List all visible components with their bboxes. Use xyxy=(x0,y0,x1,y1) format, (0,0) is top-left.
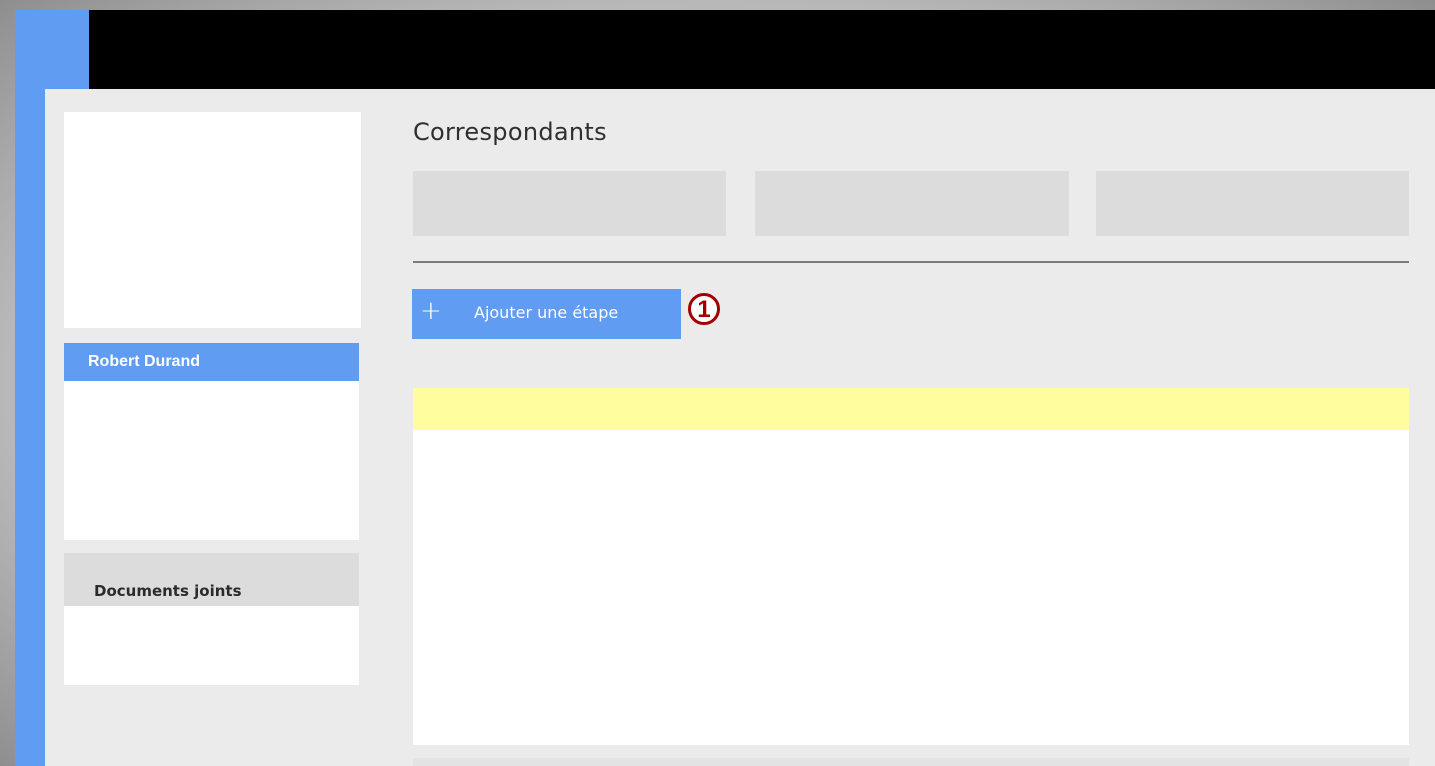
screenshot-frame: Robert Durand Documents joints Correspon… xyxy=(0,0,1435,766)
add-step-button[interactable]: + Ajouter une étape xyxy=(412,289,681,339)
section-divider xyxy=(413,261,1409,263)
highlighted-step-row[interactable] xyxy=(413,388,1409,430)
steps-list-area xyxy=(413,388,1409,745)
add-step-label: Ajouter une étape xyxy=(474,303,619,322)
bottom-panel-edge xyxy=(413,758,1409,766)
correspondent-field-2[interactable] xyxy=(755,171,1069,236)
correspondent-field-1[interactable] xyxy=(413,171,726,236)
attached-documents-title: Documents joints xyxy=(94,582,242,600)
contact-name-header[interactable]: Robert Durand xyxy=(64,343,359,381)
page-title: Correspondants xyxy=(413,118,607,146)
plus-icon: + xyxy=(420,296,442,326)
callout-number-badge: 1 xyxy=(688,293,720,325)
contact-card: Robert Durand xyxy=(64,343,359,540)
attached-documents-header: Documents joints xyxy=(64,553,359,606)
top-header-bar xyxy=(89,10,1435,89)
attached-documents-card: Documents joints xyxy=(64,553,359,685)
sidebar-top-panel xyxy=(64,112,361,328)
correspondent-field-3[interactable] xyxy=(1096,171,1409,236)
